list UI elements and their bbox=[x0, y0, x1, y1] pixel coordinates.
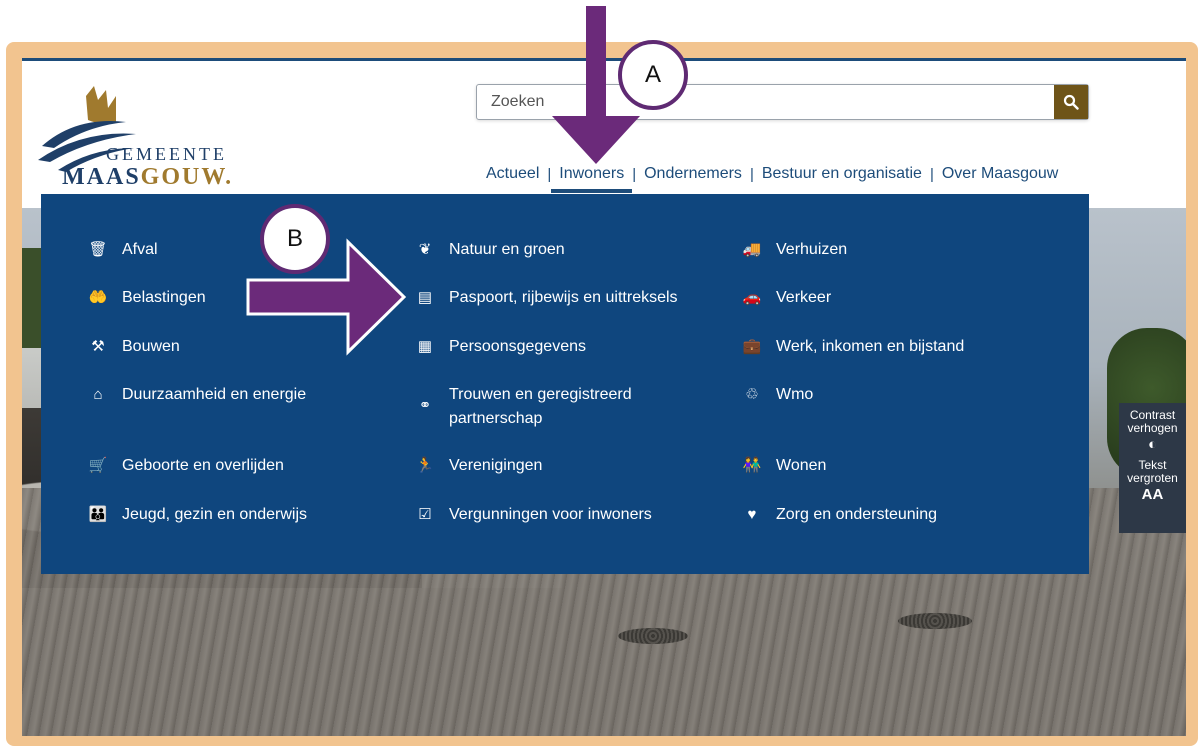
menu-item-jeugd-gezin-en-onderwijs[interactable]: 👪 Jeugd, gezin en onderwijs bbox=[88, 503, 307, 527]
annotation-badge-a: A bbox=[618, 40, 688, 110]
menu-item-label: Geboorte en overlijden bbox=[122, 457, 284, 474]
menu-item-label: Verenigingen bbox=[449, 457, 543, 474]
menu-item-natuur-en-groen[interactable]: ❦ Natuur en groen bbox=[415, 238, 565, 262]
trash-bin-icon: 🗑 bbox=[88, 241, 108, 258]
menu-item-label: Werk, inkomen en bijstand bbox=[776, 338, 965, 355]
menu-item-label: Paspoort, rijbewijs en uittreksels bbox=[449, 289, 678, 306]
nature-icon: ❦ bbox=[418, 241, 432, 258]
nav-actueel[interactable]: Actueel bbox=[486, 165, 547, 183]
manhole-cover bbox=[898, 613, 972, 629]
people-icon: 👫 bbox=[742, 457, 762, 474]
menu-item-label: Persoonsgegevens bbox=[449, 338, 586, 355]
menu-item-label: Afval bbox=[122, 241, 158, 258]
nav-over-maasgouw[interactable]: Over Maasgouw bbox=[934, 165, 1067, 183]
menu-item-label: Belastingen bbox=[122, 289, 206, 306]
menu-item-trouwen-en-geregistreerd-partnerschap[interactable]: ⚭ Trouwen en geregistreerd partnerschap bbox=[415, 383, 675, 431]
menu-item-werk-inkomen-en-bijstand[interactable]: 💼 Werk, inkomen en bijstand bbox=[742, 335, 965, 359]
baby-carriage-icon: 🛒 bbox=[88, 457, 108, 474]
menu-item-label: Duurzaamheid en energie bbox=[122, 386, 307, 403]
menu-item-label: Zorg en ondersteuning bbox=[776, 506, 937, 523]
menu-item-paspoort-rijbewijs-en-uittreksels[interactable]: ▤ Paspoort, rijbewijs en uittreksels bbox=[415, 286, 678, 310]
briefcase-icon: 💼 bbox=[742, 338, 762, 355]
contrast-toggle[interactable]: Contrast verhogen ◐ bbox=[1119, 408, 1186, 453]
menu-item-label: Trouwen en geregistreerd partnerschap bbox=[449, 386, 632, 427]
logo-line-2: MAASGOUW. bbox=[62, 164, 233, 191]
menu-item-duurzaamheid-en-energie[interactable]: ⌂ Duurzaamheid en energie bbox=[88, 383, 306, 407]
menu-item-label: Verkeer bbox=[776, 289, 832, 306]
heart-icon: ♥ bbox=[747, 505, 757, 523]
rings-icon: ⚭ bbox=[418, 397, 432, 414]
menu-item-verhuizen[interactable]: 🚚 Verhuizen bbox=[742, 238, 848, 262]
menu-item-label: Jeugd, gezin en onderwijs bbox=[122, 506, 308, 523]
menu-item-belastingen[interactable]: 🤲 Belastingen bbox=[88, 286, 206, 310]
eco-house-icon: ⌂ bbox=[93, 385, 103, 403]
traffic-icon: 🚗 bbox=[742, 289, 762, 306]
text-size-toggle[interactable]: Tekst vergroten AA bbox=[1119, 458, 1186, 503]
family-icon: 👪 bbox=[88, 506, 108, 523]
tools-icon: ⚒ bbox=[91, 338, 105, 355]
nav-ondernemers[interactable]: Ondernemers bbox=[636, 165, 750, 183]
menu-item-afval[interactable]: 🗑 Afval bbox=[88, 238, 158, 262]
menu-item-label: Natuur en groen bbox=[449, 241, 565, 258]
id-card-icon: ▤ bbox=[417, 289, 433, 306]
nav-bestuur-en-organisatie[interactable]: Bestuur en organisatie bbox=[754, 165, 930, 183]
menu-item-zorg-en-ondersteuning[interactable]: ♥ Zorg en ondersteuning bbox=[742, 503, 937, 527]
permit-icon: ☑ bbox=[418, 506, 432, 523]
nav-inwoners[interactable]: Inwoners bbox=[551, 165, 633, 193]
menu-item-bouwen[interactable]: ⚒ Bouwen bbox=[88, 335, 180, 359]
contrast-label: Contrast verhogen bbox=[1127, 408, 1178, 435]
menu-item-label: Vergunningen voor inwoners bbox=[449, 506, 652, 523]
inwoners-mega-menu: 🗑 Afval 🤲 Belastingen ⚒ Bouwen ⌂ Duurzaa… bbox=[41, 194, 1089, 574]
document-icon: ▦ bbox=[417, 338, 433, 355]
text-size-icon: AA bbox=[1141, 486, 1164, 503]
screenshot-stage: GEMEENTE MAASGOUW. Actueel | Inwoners | … bbox=[0, 0, 1202, 749]
moving-truck-icon: 🚚 bbox=[742, 241, 762, 258]
logo-gouw-text: GOUW. bbox=[140, 164, 234, 190]
accessibility-panel: Contrast verhogen ◐ Tekst vergroten AA bbox=[1119, 403, 1186, 533]
menu-item-label: Wmo bbox=[776, 386, 814, 403]
menu-item-geboorte-en-overlijden[interactable]: 🛒 Geboorte en overlijden bbox=[88, 454, 284, 478]
menu-item-persoonsgegevens[interactable]: ▦ Persoonsgegevens bbox=[415, 335, 586, 359]
logo-line-1: GEMEENTE bbox=[106, 144, 227, 164]
menu-item-verkeer[interactable]: 🚗 Verkeer bbox=[742, 286, 831, 310]
annotation-badge-b: B bbox=[260, 204, 330, 274]
menu-item-vergunningen-voor-inwoners[interactable]: ☑ Vergunningen voor inwoners bbox=[415, 503, 652, 527]
person-activity-icon: 🏃 bbox=[415, 457, 435, 474]
logo-maas-text: MAAS bbox=[62, 164, 141, 190]
menu-item-wmo[interactable]: ♲ Wmo bbox=[742, 383, 813, 407]
menu-item-label: Wonen bbox=[776, 457, 827, 474]
money-hand-icon: 🤲 bbox=[88, 289, 108, 306]
menu-item-label: Verhuizen bbox=[776, 241, 848, 258]
menu-item-label: Bouwen bbox=[122, 338, 180, 355]
menu-item-wonen[interactable]: 👫 Wonen bbox=[742, 454, 827, 478]
care-hand-icon: ♲ bbox=[745, 386, 759, 403]
menu-item-verenigingen[interactable]: 🏃 Verenigingen bbox=[415, 454, 543, 478]
search-button[interactable] bbox=[1054, 85, 1088, 119]
search-icon bbox=[1063, 94, 1079, 110]
manhole-cover bbox=[618, 628, 688, 644]
contrast-icon: ◐ bbox=[1147, 436, 1158, 453]
text-size-label: Tekst vergroten bbox=[1127, 458, 1178, 485]
